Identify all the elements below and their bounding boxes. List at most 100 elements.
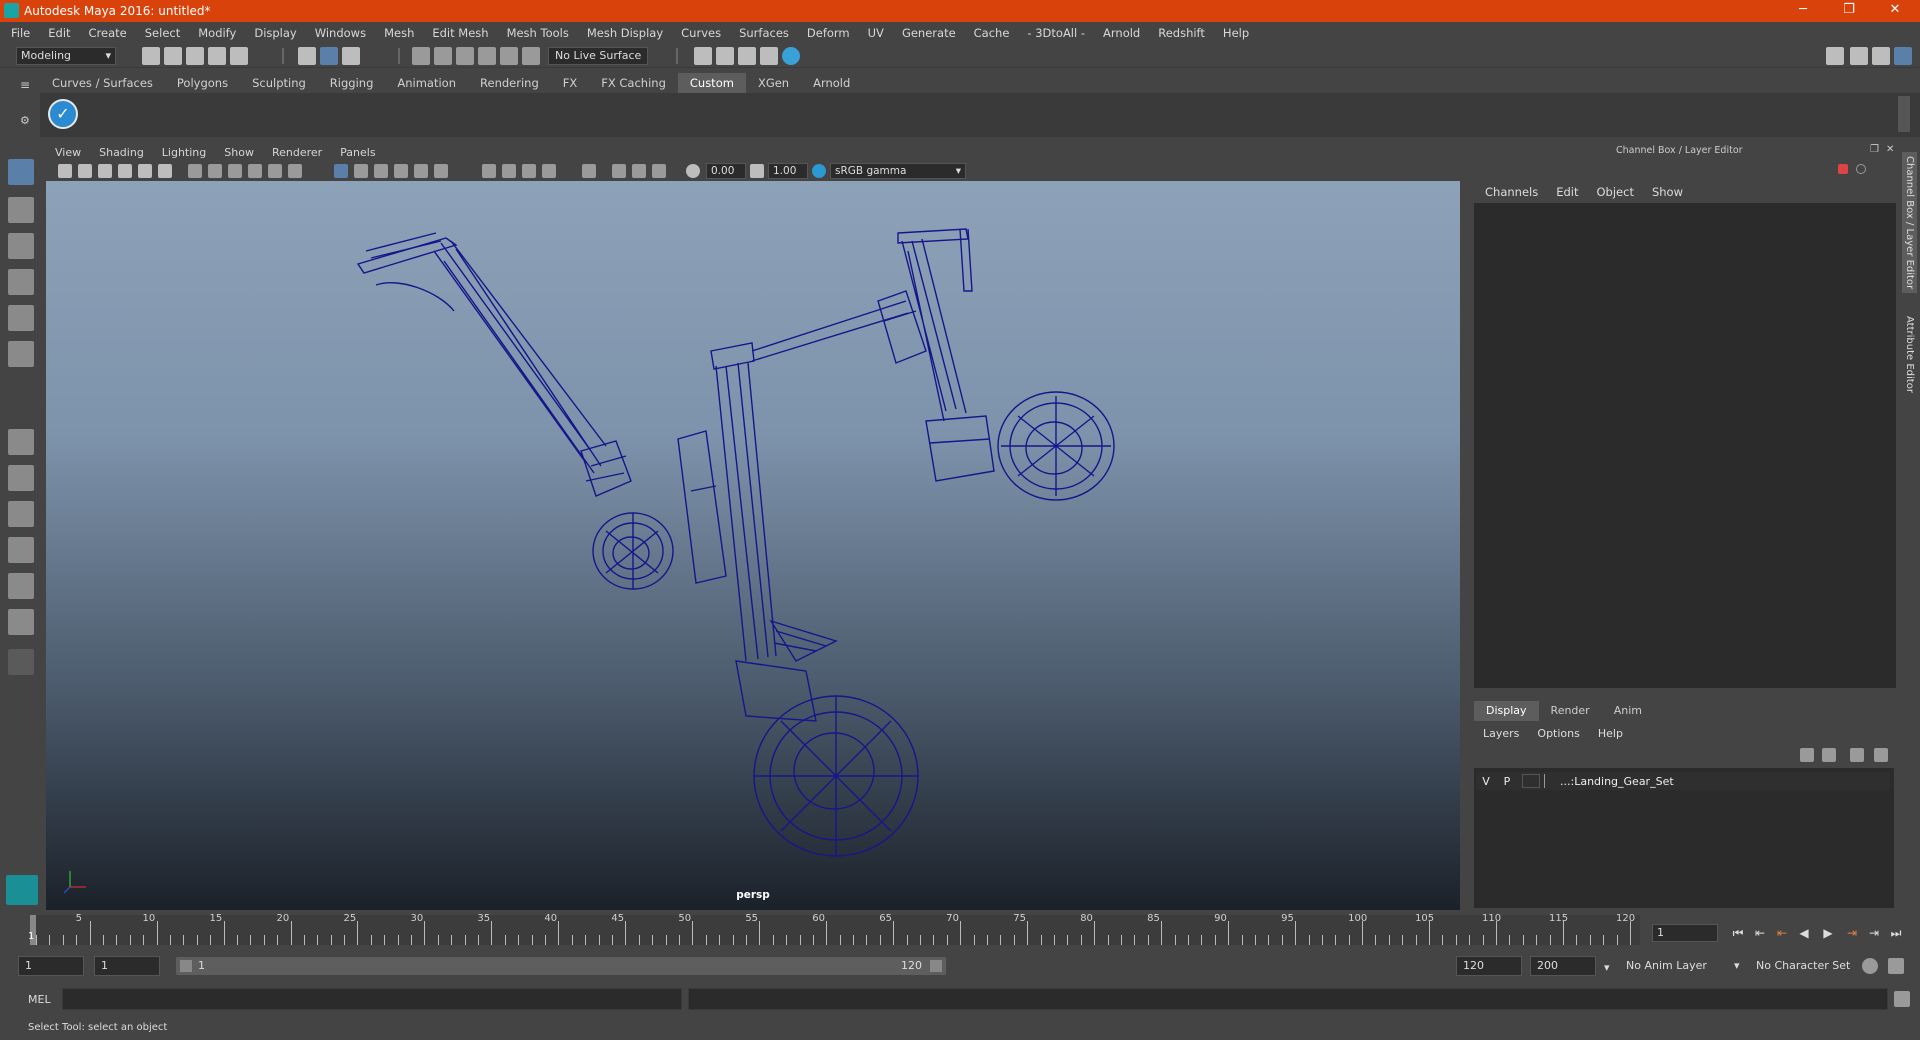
layer-playback-toggle[interactable]: P [1496,775,1518,788]
shadows-icon[interactable] [434,164,448,178]
perspective-viewport[interactable]: persp [46,181,1460,910]
shelf-settings-icon[interactable]: ⚙ [20,114,30,127]
range-end-handle[interactable] [930,960,942,972]
two-panes-layout-icon[interactable] [8,501,34,527]
viewport-menu-renderer[interactable]: Renderer [263,144,331,161]
open-scene-icon[interactable] [164,47,182,65]
range-start-handle[interactable] [180,960,192,972]
menu-cache[interactable]: Cache [965,22,1019,44]
menu-uv[interactable]: UV [859,22,893,44]
channel-box-menu-channels[interactable]: Channels [1476,182,1547,202]
layer-tab-anim[interactable]: Anim [1602,701,1654,721]
snap-curve-icon[interactable] [434,47,452,65]
menu-deform[interactable]: Deform [798,22,859,44]
anti-aliasing-icon[interactable] [522,164,536,178]
layer-menu-layers[interactable]: Layers [1474,724,1528,744]
chevron-down-icon[interactable]: ▾ [1604,958,1618,978]
current-frame-field[interactable]: 1 [1652,924,1718,942]
create-empty-layer-icon[interactable] [1850,748,1864,762]
wireframe-icon[interactable] [334,164,348,178]
xray-components-icon[interactable] [652,164,666,178]
persp-outliner-layout-icon[interactable] [8,573,34,599]
shelf-tab-fx[interactable]: FX [551,73,590,93]
select-camera-icon[interactable] [58,164,72,178]
grid-icon[interactable] [188,164,202,178]
create-layer-from-selected-icon[interactable] [1874,748,1888,762]
layer-menu-options[interactable]: Options [1528,724,1588,744]
menu-curves[interactable]: Curves [672,22,730,44]
shelf-tab-xgen[interactable]: XGen [746,73,801,93]
go-to-end-icon[interactable]: ⏭ [1886,924,1906,942]
layer-visibility-toggle[interactable]: V [1476,775,1496,788]
maximize-button[interactable]: ❐ [1826,0,1872,22]
shelf-tab-polygons[interactable]: Polygons [165,73,240,93]
move-layer-up-icon[interactable] [1800,748,1814,762]
rotate-tool-icon[interactable] [8,305,34,331]
move-layer-down-icon[interactable] [1822,748,1836,762]
save-scene-icon[interactable] [186,47,204,65]
exposure-field[interactable]: 0.00 [706,163,746,179]
image-plane-icon[interactable] [118,164,132,178]
xray-joints-icon[interactable] [632,164,646,178]
show-channel-box-icon[interactable] [1894,47,1912,65]
auto-key-icon[interactable] [1862,958,1878,974]
animation-preferences-icon[interactable] [1888,958,1904,974]
ipr-render-icon[interactable] [716,47,734,65]
step-forward-frame-icon[interactable]: ⇥ [1864,924,1884,942]
close-button[interactable]: ✕ [1872,0,1918,22]
camera-attributes-icon[interactable] [78,164,92,178]
shelf-tab-rigging[interactable]: Rigging [318,73,386,93]
play-forwards-icon[interactable]: ▶ [1818,924,1838,942]
motion-blur-icon[interactable] [502,164,516,178]
menu-redshift[interactable]: Redshift [1149,22,1214,44]
shelf-tab-sculpting[interactable]: Sculpting [240,73,318,93]
shelf-menu-icon[interactable]: ≡ [20,78,34,92]
menu-windows[interactable]: Windows [306,22,375,44]
command-language-label[interactable]: MEL [28,993,51,1006]
ambient-occlusion-icon[interactable] [482,164,496,178]
hypershade-icon[interactable] [760,47,778,65]
menu-mesh-tools[interactable]: Mesh Tools [498,22,578,44]
paint-select-tool-icon[interactable] [8,233,34,259]
render-view-icon[interactable] [782,47,800,65]
workspace-icon[interactable] [1826,47,1844,65]
snap-point-icon[interactable] [456,47,474,65]
chevron-down-icon[interactable]: ▾ [1734,956,1748,976]
menu-display[interactable]: Display [245,22,305,44]
menu-edit[interactable]: Edit [39,22,79,44]
channel-box-menu-show[interactable]: Show [1643,182,1692,202]
xray-icon[interactable] [612,164,626,178]
viewport-menu-view[interactable]: View [46,144,90,161]
color-management-icon[interactable] [812,164,826,178]
custom-layout-icon[interactable] [8,649,34,675]
close-panel-icon[interactable]: ✕ [1886,144,1894,155]
step-back-key-icon[interactable]: ⇤ [1772,924,1792,942]
new-scene-icon[interactable] [142,47,160,65]
animation-start-field[interactable]: 1 [18,956,84,976]
layer-type-toggle[interactable] [1522,774,1540,788]
menu-mesh-display[interactable]: Mesh Display [578,22,672,44]
shelf-tab-animation[interactable]: Animation [385,73,468,93]
command-input[interactable] [62,988,682,1010]
menu-help[interactable]: Help [1214,22,1258,44]
snap-surface-icon[interactable] [522,47,540,65]
layer-tab-display[interactable]: Display [1474,701,1539,721]
viewport-menu-show[interactable]: Show [215,144,263,161]
live-surface-field[interactable]: No Live Surface [548,47,648,65]
isolate-select-icon[interactable] [582,164,596,178]
gate-mask-icon[interactable] [248,164,262,178]
scale-tool-icon[interactable] [8,341,34,367]
use-all-lights-icon[interactable] [414,164,428,178]
wireframe-on-shaded-icon[interactable] [374,164,388,178]
textured-icon[interactable] [394,164,408,178]
channel-box-area[interactable] [1474,203,1896,688]
redo-icon[interactable] [230,47,248,65]
four-view-layout-icon[interactable] [8,465,34,491]
range-slider[interactable]: 1 120 [176,957,946,975]
render-current-frame-icon[interactable] [694,47,712,65]
anim-layer-select[interactable]: No Anim Layer [1620,956,1740,976]
shelf-tab-curves-surfaces[interactable]: Curves / Surfaces [40,73,165,93]
time-slider[interactable]: 1 5 10 15 20 25 30 35 40 45 50 55 60 65 70 75 80 85 90 95 1… [28,913,1640,947]
select-by-object-icon[interactable] [320,47,338,65]
menu-3dtoall[interactable]: - 3DtoAll - [1018,22,1094,44]
